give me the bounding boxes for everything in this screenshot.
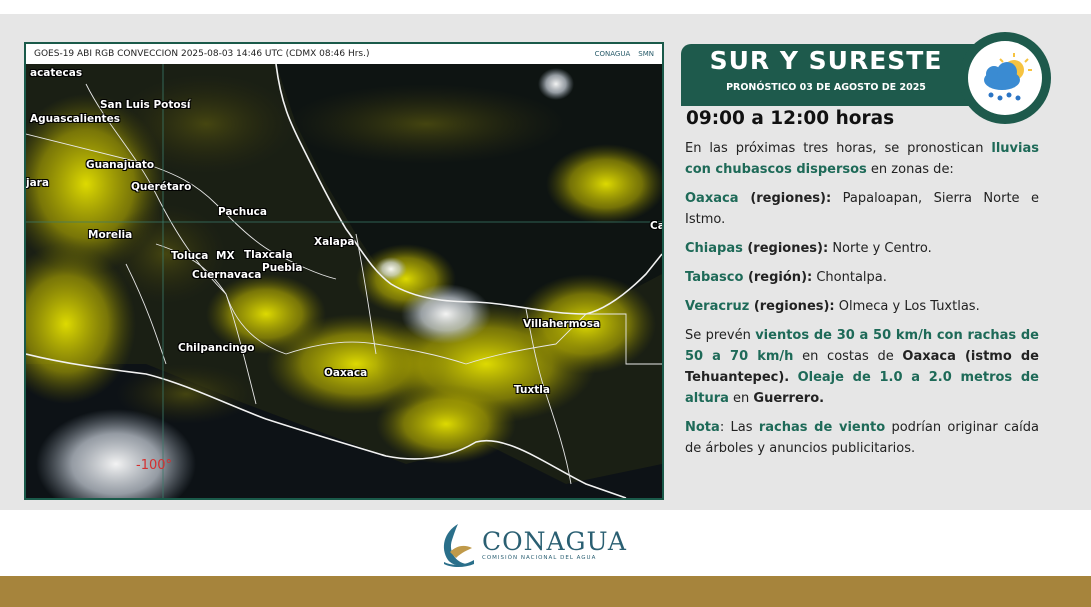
region-kind: (regiones): bbox=[738, 191, 832, 206]
city-label: jara bbox=[26, 177, 49, 189]
satellite-image bbox=[26, 64, 662, 498]
footer-gold-bar bbox=[0, 576, 1091, 607]
city-label: Tuxtla bbox=[514, 384, 550, 396]
region-list: Chontalpa. bbox=[812, 270, 887, 285]
map-header: GOES-19 ABI RGB CONVECCION 2025-08-03 14… bbox=[26, 44, 662, 64]
city-label: Ca bbox=[650, 220, 664, 232]
conagua-wordmark: CONAGUA COMISIÓN NACIONAL DEL AGUA bbox=[482, 527, 627, 562]
state-chiapas: Chiapas (regiones): Norte y Centro. bbox=[685, 238, 1039, 259]
city-label: Aguascalientes bbox=[30, 113, 120, 125]
highlight-text: rachas de viento bbox=[758, 420, 886, 435]
city-label: Puebla bbox=[262, 262, 303, 274]
text: Se prevén bbox=[685, 328, 756, 343]
city-label: Guanajuato bbox=[86, 159, 155, 171]
conagua-emblem-icon bbox=[443, 524, 474, 567]
text bbox=[789, 370, 797, 385]
state-name: Veracruz bbox=[685, 299, 750, 314]
text: : Las bbox=[719, 420, 759, 435]
text: en costas de bbox=[793, 349, 903, 364]
city-label: San Luis Potosí bbox=[100, 99, 191, 111]
forecast-intro: En las próximas tres horas, se pronostic… bbox=[685, 138, 1039, 180]
map-logos: CONAGUA SMN bbox=[595, 44, 654, 64]
text: en bbox=[728, 391, 754, 406]
bold-text: Guerrero. bbox=[753, 391, 825, 406]
satellite-map: GOES-19 ABI RGB CONVECCION 2025-08-03 14… bbox=[24, 42, 664, 500]
city-label: Toluca bbox=[171, 250, 209, 262]
forecast-date: PRONÓSTICO 03 DE AGOSTO DE 2025 bbox=[726, 82, 926, 93]
city-label: Oaxaca bbox=[324, 367, 368, 379]
forecast-time: 09:00 a 12:00 horas bbox=[686, 108, 895, 129]
city-label: Cuernavaca bbox=[192, 269, 262, 281]
state-veracruz: Veracruz (regiones): Olmeca y Los Tuxtla… bbox=[685, 296, 1039, 317]
map-logo-smn: SMN bbox=[638, 50, 654, 58]
city-label: Pachuca bbox=[218, 206, 267, 218]
state-tabasco: Tabasco (región): Chontalpa. bbox=[685, 267, 1039, 288]
top-strip bbox=[0, 0, 1091, 14]
city-label: acatecas bbox=[30, 67, 83, 79]
conagua-logo: CONAGUA COMISIÓN NACIONAL DEL AGUA bbox=[436, 520, 627, 570]
map-header-text: GOES-19 ABI RGB CONVECCION 2025-08-03 14… bbox=[34, 49, 370, 59]
region-kind: (región): bbox=[743, 270, 813, 285]
region-kind: (regiones): bbox=[749, 299, 835, 314]
city-label: Tlaxcala bbox=[244, 249, 293, 261]
region-kind: (regiones): bbox=[742, 241, 829, 256]
city-label: Morelia bbox=[88, 229, 133, 241]
note-label: Nota bbox=[685, 420, 720, 435]
city-label: MX bbox=[216, 250, 235, 262]
longitude-label: -100° bbox=[136, 458, 173, 473]
text: En las próximas tres horas, se pronostic… bbox=[685, 141, 992, 156]
state-name: Oaxaca bbox=[685, 191, 739, 206]
weather-icon-badge bbox=[959, 32, 1051, 124]
region-list: Olmeca y Los Tuxtlas. bbox=[834, 299, 980, 314]
city-label: Chilpancingo bbox=[178, 342, 255, 354]
city-label: Querétaro bbox=[131, 181, 192, 193]
forecast-body: En las próximas tres horas, se pronostic… bbox=[685, 138, 1039, 467]
state-name: Tabasco bbox=[685, 270, 744, 285]
state-name: Chiapas bbox=[685, 241, 743, 256]
winds-paragraph: Se prevén vientos de 30 a 50 km/h con ra… bbox=[685, 325, 1039, 409]
logo-word: CONAGUA bbox=[482, 527, 627, 556]
map-logo-conagua: CONAGUA bbox=[594, 50, 631, 58]
region-list: Norte y Centro. bbox=[828, 241, 932, 256]
city-label: Villahermosa bbox=[523, 318, 601, 330]
note-paragraph: Nota: Las rachas de viento podrían origi… bbox=[685, 417, 1039, 459]
text: en zonas de: bbox=[866, 162, 954, 177]
state-oaxaca: Oaxaca (regiones): Papaloapan, Sierra No… bbox=[685, 188, 1039, 230]
rain-sun-cloud-icon bbox=[984, 53, 1032, 101]
region-title: SUR Y SURESTE bbox=[709, 46, 943, 75]
city-label: Xalapa bbox=[314, 236, 355, 248]
